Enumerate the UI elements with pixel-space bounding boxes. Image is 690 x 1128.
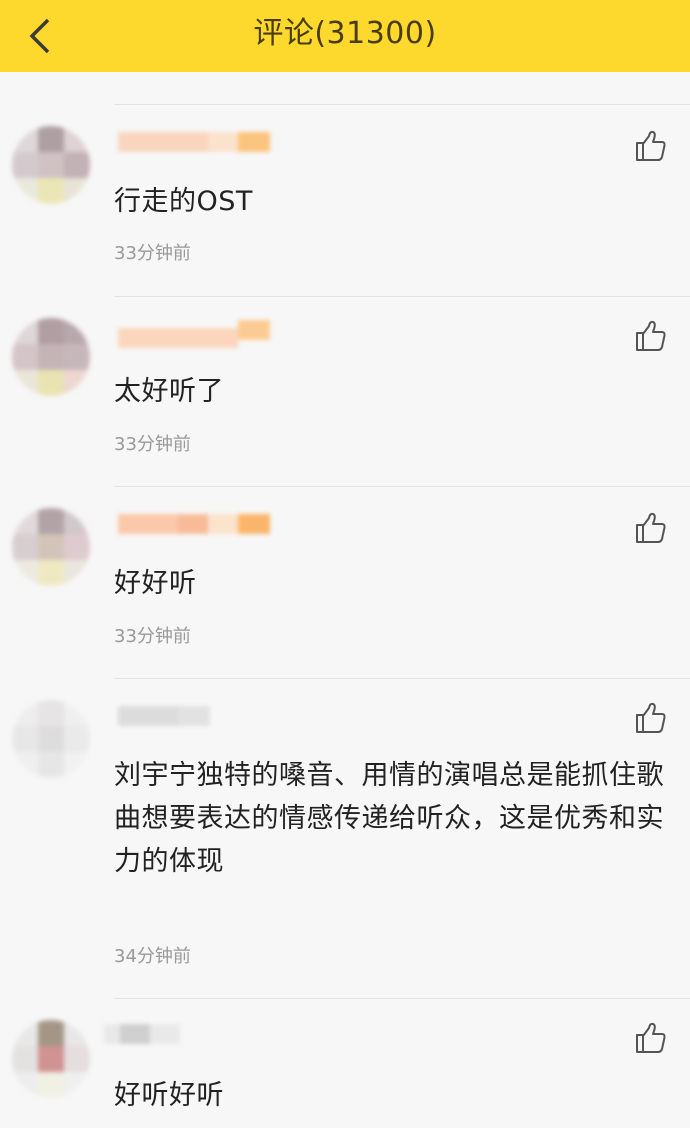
avatar[interactable] [12,1020,90,1098]
thumbs-up-icon [636,512,666,543]
comment-text: 好好听 [114,568,197,599]
username-blurred[interactable] [118,316,278,348]
thumbs-up-icon [636,320,666,351]
comment-item: 刘宇宁独特的嗓音、用情的演唱总是能抓住歌曲想要表达的情感传递给听众，这是优秀和实… [0,678,690,998]
username-blurred[interactable] [118,702,278,732]
divider [114,678,690,679]
comment-time: 34分钟前 [114,946,191,967]
username-blurred[interactable] [118,128,278,158]
comment-text: 刘宇宁独特的嗓音、用情的演唱总是能抓住歌曲想要表达的情感传递给听众，这是优秀和实… [114,760,664,877]
divider [114,998,690,999]
thumbs-up-icon [636,130,666,161]
comment-time: 33分钟前 [114,434,191,455]
like-button[interactable] [632,700,668,736]
avatar[interactable] [12,700,90,778]
comment-item: 行走的OST 33分钟前 [0,104,690,296]
comment-text: 行走的OST [114,186,253,217]
comment-item: 好听好听 [0,998,690,1128]
divider [114,486,690,487]
divider [114,104,690,105]
comment-time: 33分钟前 [114,626,191,647]
username-blurred[interactable] [104,1020,264,1050]
like-button[interactable] [632,1020,668,1056]
page-title: 评论(31300) [253,16,437,51]
top-bar: 评论(31300) [0,0,690,72]
like-button[interactable] [632,128,668,164]
comment-text: 好听好听 [114,1080,224,1111]
thumbs-up-icon [636,702,666,733]
avatar[interactable] [12,318,90,396]
avatar[interactable] [12,126,90,204]
like-button[interactable] [632,318,668,354]
username-blurred[interactable] [118,510,278,540]
avatar[interactable] [12,508,90,586]
thumbs-up-icon [636,1022,666,1053]
comment-item: 太好听了 33分钟前 [0,296,690,486]
comment-text: 太好听了 [114,376,224,407]
like-button[interactable] [632,510,668,546]
divider [114,296,690,297]
comment-item: 好好听 33分钟前 [0,486,690,678]
comment-time: 33分钟前 [114,243,191,264]
